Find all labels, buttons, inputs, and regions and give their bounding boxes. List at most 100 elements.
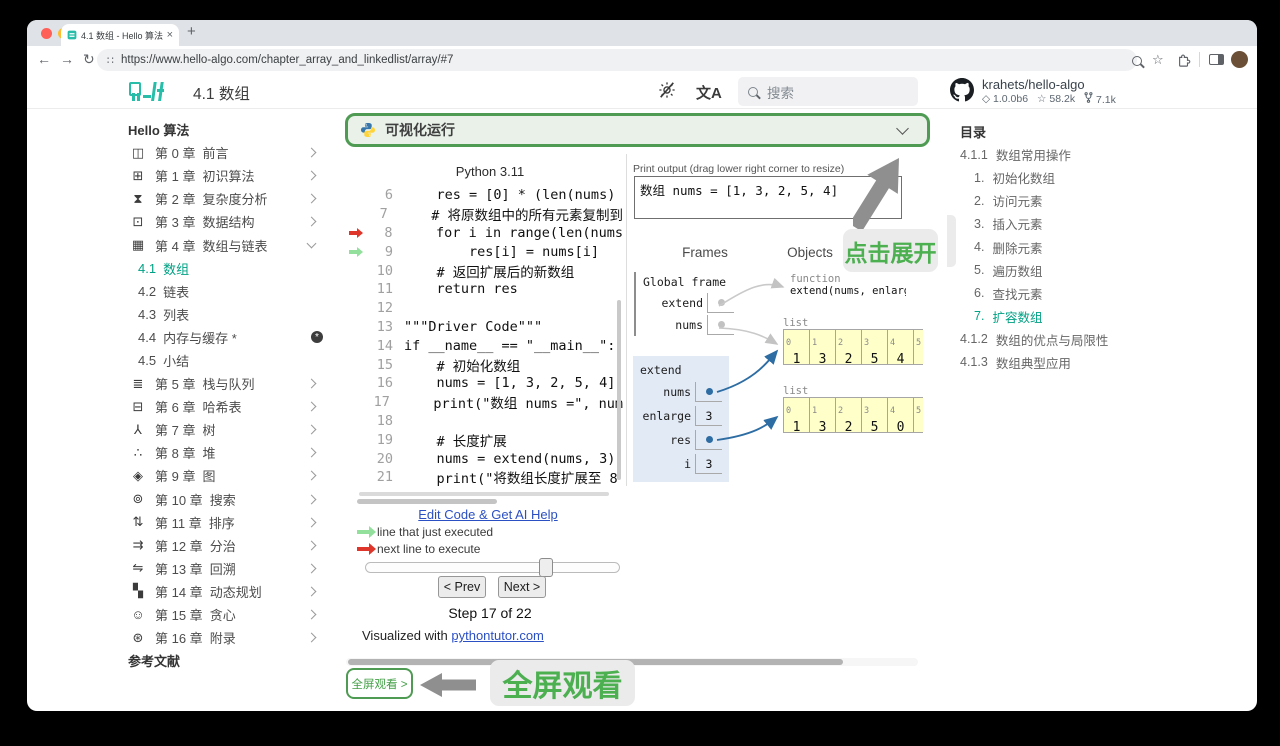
star-icon: ☆: [1037, 93, 1047, 105]
toc-item-5-[interactable]: 5. 遍历数组: [960, 259, 1190, 282]
sidebar-chapter-第6章[interactable]: ⊟ 第 6 章哈希表: [128, 395, 323, 418]
browser-menu-icon[interactable]: ⋮: [1253, 52, 1257, 68]
sidebar-chapter-第15章[interactable]: ☺ 第 15 章贪心: [128, 603, 323, 626]
code-horizontal-scrollbar-track[interactable]: [359, 492, 609, 496]
cell-index: 5: [916, 406, 922, 416]
bookmark-star-icon[interactable]: ☆: [1152, 52, 1164, 68]
address-bar[interactable]: ∷ https://www.hello-algo.com/chapter_arr…: [97, 49, 1137, 71]
sidebar-item-4-2[interactable]: 4.2 链表: [128, 280, 323, 303]
code-text: # 初始化数组: [404, 358, 521, 375]
sidebar-chapter-第3章[interactable]: ⊡ 第 3 章数据结构: [128, 210, 323, 233]
toc-item-3-[interactable]: 3. 插入元素: [960, 212, 1190, 235]
code-text: # 将原数组中的所有元素复制到: [398, 208, 623, 225]
sidebar-chapter-第4章[interactable]: ▦ 第 4 章数组与链表: [128, 233, 323, 256]
cell-value: 4: [896, 352, 905, 365]
sidebar-chapter-第2章[interactable]: ⧗ 第 2 章复杂度分析: [128, 187, 323, 210]
code-horizontal-scrollbar-thumb[interactable]: [357, 499, 497, 504]
sidebar-chapter-第16章[interactable]: ⊛ 第 16 章附录: [128, 626, 323, 649]
zoom-icon[interactable]: [1132, 54, 1142, 69]
toc-item-6-[interactable]: 6. 查找元素: [960, 282, 1190, 305]
toc-item-7-[interactable]: 7. 扩容数组: [960, 305, 1190, 328]
table-of-contents: 目录 4.1.1 数组常用操作 1. 初始化数组 2. 访问元素 3. 插入元素 4. 删除元素 5.…: [960, 120, 1190, 374]
profile-avatar[interactable]: [1231, 51, 1248, 68]
hash-table-icon: ⊟: [132, 398, 144, 414]
sidebar-chapter-第12章[interactable]: ⇉ 第 12 章分治: [128, 534, 323, 557]
chevron-right-icon: [306, 609, 317, 620]
legend-next-text: next line to execute: [377, 542, 481, 556]
toc-item-4-[interactable]: 4. 删除元素: [960, 235, 1190, 258]
chevron-down-icon: [306, 238, 317, 249]
sidebar-item-4-5[interactable]: 4.5 小结: [128, 349, 323, 372]
sidebar-chapter-第7章[interactable]: ⅄ 第 7 章树: [128, 418, 323, 441]
tree-icon: ⅄: [134, 421, 142, 437]
site-info-icon[interactable]: ∷: [107, 54, 114, 67]
chevron-down-icon[interactable]: [896, 122, 909, 135]
pythontutor-link[interactable]: pythontutor.com: [451, 628, 544, 643]
cell-value: 0: [914, 349, 924, 365]
var-name: enlarge: [642, 409, 691, 423]
toc-item-4-1-2[interactable]: 4.1.2 数组的优点与局限性: [960, 328, 1190, 351]
sidebar-chapter-第11章[interactable]: ⇅ 第 11 章排序: [128, 511, 323, 534]
sidebar-chapter-第13章[interactable]: ⇋ 第 13 章回溯: [128, 557, 323, 580]
toc-item-4-1-3[interactable]: 4.1.3 数组典型应用: [960, 351, 1190, 374]
frame-var-res: res: [640, 428, 722, 452]
forward-icon[interactable]: →: [60, 51, 74, 67]
prev-button[interactable]: < Prev: [438, 576, 486, 598]
sidebar-chapter-第5章[interactable]: ≣ 第 5 章栈与队列: [128, 372, 323, 395]
cell-index: 0: [786, 338, 792, 348]
tab-close-icon[interactable]: ×: [167, 29, 173, 41]
pane-divider: [626, 154, 627, 486]
sidebar-chapter-第9章[interactable]: ◈ 第 9 章图: [128, 464, 323, 487]
repo-name[interactable]: krahets/hello-algo: [982, 77, 1085, 92]
var-name: nums: [675, 318, 703, 332]
objects-header: Objects: [787, 245, 833, 260]
array-cell: 50: [913, 329, 923, 365]
fullscreen-button[interactable]: 全屏观看 >: [346, 668, 413, 699]
new-tab-button[interactable]: +: [187, 23, 196, 40]
window-close-button[interactable]: [41, 28, 52, 39]
toc-item-1-[interactable]: 1. 初始化数组: [960, 166, 1190, 189]
new-badge-icon: *: [311, 331, 323, 344]
browser-tab[interactable]: 4.1 数组 - Hello 算法 ×: [61, 24, 179, 46]
toolbar-separator: [1199, 52, 1200, 67]
array-cell: 22: [835, 397, 862, 433]
toc-item-2-[interactable]: 2. 访问元素: [960, 189, 1190, 212]
frame-var-i: i3: [640, 452, 722, 476]
theme-toggle-icon[interactable]: [658, 81, 676, 99]
language-icon[interactable]: 文A: [696, 82, 722, 103]
sidebar-item-4-1[interactable]: 4.1 数组: [128, 257, 323, 280]
cell-index: 1: [812, 406, 818, 416]
sidebar-item-4-3[interactable]: 4.3 列表: [128, 303, 323, 326]
next-button[interactable]: Next >: [498, 576, 546, 598]
github-logo-icon[interactable]: [950, 78, 974, 102]
line-number: 17: [373, 394, 390, 411]
hello-algo-logo[interactable]: [128, 80, 172, 104]
toc-item-4-1-1[interactable]: 4.1.1 数组常用操作: [960, 143, 1190, 166]
sidebar-chapter-第14章[interactable]: ▚ 第 14 章动态规划: [128, 580, 323, 603]
side-panel-icon[interactable]: [1209, 54, 1224, 65]
content-scrollbar-thumb[interactable]: [947, 215, 956, 267]
global-frame: Global frame extend nums: [634, 272, 734, 336]
sidebar-chapter-第1章[interactable]: ⊞ 第 1 章初识算法: [128, 164, 323, 187]
code-text: res[i] = nums[i]: [404, 243, 600, 260]
frame-var-enlarge: enlarge 3: [640, 404, 722, 428]
code-text: if __name__ == "__main__":: [404, 337, 616, 354]
reload-icon[interactable]: ↻: [83, 51, 95, 68]
sidebar-chapter-第10章[interactable]: ⊚ 第 10 章搜索: [128, 488, 323, 511]
step-slider-track[interactable]: [365, 562, 620, 573]
step-slider-thumb[interactable]: [539, 558, 553, 577]
back-icon[interactable]: ←: [37, 51, 51, 67]
search-input[interactable]: 搜索: [738, 77, 918, 106]
graph-icon: ◈: [133, 467, 143, 483]
code-vertical-scrollbar[interactable]: [617, 300, 621, 480]
tab-strip: 4.1 数组 - Hello 算法 × +: [27, 20, 1257, 46]
visual-run-panel-header[interactable]: 可视化运行: [345, 113, 930, 147]
sidebar-item-4-4[interactable]: 4.4 内存与缓存 * *: [128, 326, 323, 349]
sidebar-references[interactable]: 参考文献: [128, 649, 323, 672]
edit-code-link[interactable]: Edit Code & Get AI Help: [418, 507, 557, 522]
sidebar-chapter-第0章[interactable]: ◫ 第 0 章前言: [128, 141, 323, 164]
extensions-icon[interactable]: [1177, 53, 1191, 67]
ref-dot: [705, 436, 713, 443]
code-text: # 返回扩展后的新数组: [404, 264, 575, 281]
sidebar-chapter-第8章[interactable]: ∴ 第 8 章堆: [128, 441, 323, 464]
